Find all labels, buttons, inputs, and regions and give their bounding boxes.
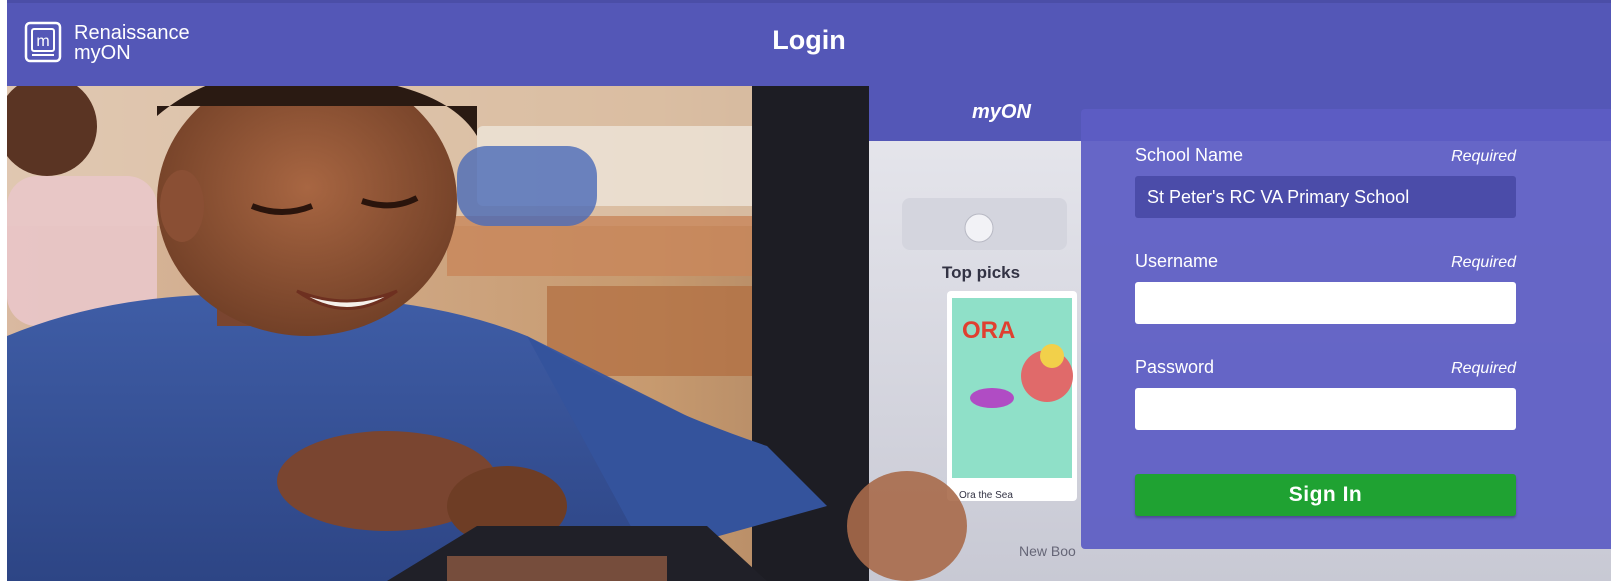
password-required: Required xyxy=(1451,360,1516,377)
book-cover-title: ORA xyxy=(962,317,1015,344)
book-caption: Ora the Sea xyxy=(959,490,1013,501)
page-title: Login xyxy=(772,25,846,55)
username-field: Username Required xyxy=(1135,248,1516,324)
sign-in-button[interactable]: Sign In xyxy=(1135,474,1516,516)
password-input[interactable] xyxy=(1135,388,1516,430)
top-header: m Renaissance myON Login xyxy=(7,0,1611,86)
login-panel: School Name Required Username Required P… xyxy=(1081,109,1611,549)
school-name-field: School Name Required xyxy=(1135,142,1516,218)
username-label: Username xyxy=(1135,251,1219,271)
school-name-required: Required xyxy=(1451,148,1516,165)
school-name-input[interactable] xyxy=(1135,176,1516,218)
username-input[interactable] xyxy=(1135,282,1516,324)
password-field: Password Required xyxy=(1135,354,1516,430)
app-frame: m Renaissance myON Login myON Top picks … xyxy=(7,0,1611,581)
password-label: Password xyxy=(1135,357,1215,377)
school-name-label: School Name xyxy=(1135,145,1244,165)
tablet-section-label: Top picks xyxy=(942,263,1020,282)
username-required: Required xyxy=(1451,254,1516,271)
tablet-section-label-2: New Boo xyxy=(1019,543,1076,559)
tablet-logo: myON xyxy=(972,101,1031,123)
